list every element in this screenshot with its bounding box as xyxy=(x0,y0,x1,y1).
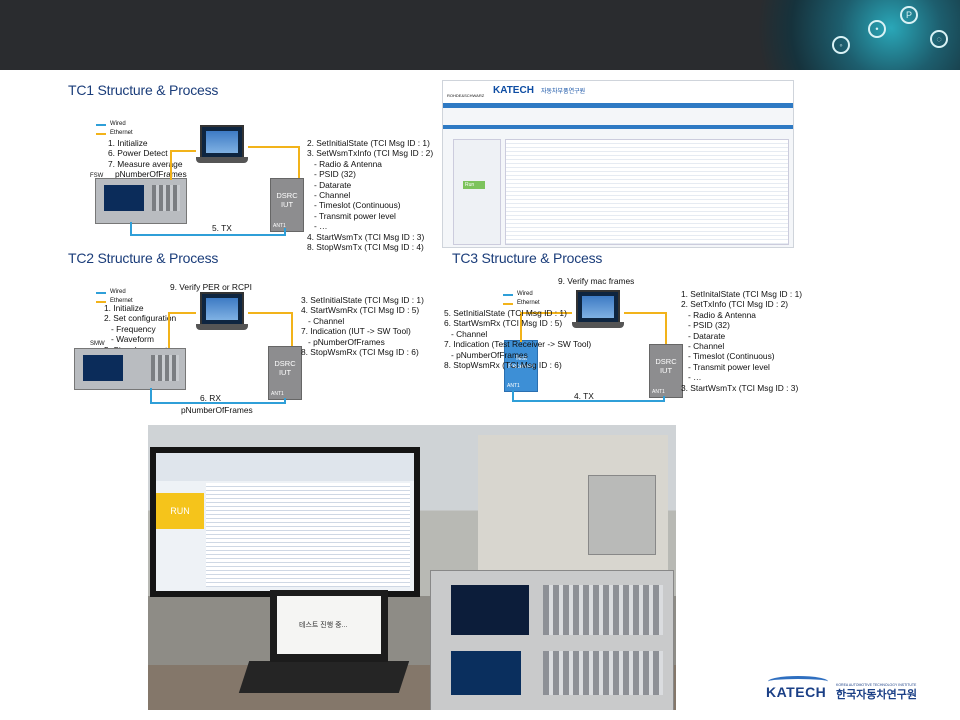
tc2-wired-up xyxy=(284,398,286,404)
tc2-steps-right: 3. SetInitialState (TCI Msg ID : 1) 4. S… xyxy=(301,295,424,358)
software-log-list xyxy=(505,139,789,245)
header-bar: P • ◦ ◌ xyxy=(0,0,960,70)
software-run-label: Run xyxy=(465,182,475,188)
photo-run-label: RUN xyxy=(156,493,204,529)
tc2-dsrc-iut: DSRC IUT ANT1 xyxy=(268,346,302,400)
tc2-legend-wired: Wired xyxy=(110,289,126,295)
software-katech-kr: 자동차부품연구원 xyxy=(541,89,586,95)
software-rs-logo: ROHDE&SCHWARZ xyxy=(447,93,485,98)
header-graphic xyxy=(730,0,960,70)
tc1-legend-wired: Wired xyxy=(110,121,126,127)
katech-logo: KATECH xyxy=(766,684,827,700)
tc3-title: TC3 Structure & Process xyxy=(452,250,603,266)
fsw-analyzer xyxy=(95,178,187,224)
software-screenshot: ROHDE&SCHWARZ KATECH 자동차부품연구원 Run xyxy=(442,80,794,248)
software-blue-bar-2 xyxy=(443,125,793,129)
photo-monitor-screen: RUN xyxy=(156,453,414,591)
tc2-ethernet-link xyxy=(168,312,196,314)
tc3-link-label: 4. TX xyxy=(574,391,594,401)
tc3-legend-wired-swatch xyxy=(503,294,513,296)
tc3-legend-ethernet-swatch xyxy=(503,303,513,305)
photo-background-equipment xyxy=(478,435,668,570)
network-icon: • xyxy=(868,20,886,38)
tc3-legend-wired: Wired xyxy=(517,291,533,297)
tc1-steps-right: 2. SetInitialState (TCI Msg ID : 1) 3. S… xyxy=(307,138,434,253)
tc2-iut-label: DSRC IUT xyxy=(274,359,296,377)
tc3-legend-ethernet: Ethernet xyxy=(517,300,540,306)
tc1-iut-label: DSRC IUT xyxy=(276,191,298,209)
software-header: ROHDE&SCHWARZ KATECH 자동차부품연구원 xyxy=(443,81,793,104)
tc1-steps-left: 1. Initialize 6. Power Detect 7. Measure… xyxy=(108,138,187,180)
software-katech-logo: KATECH xyxy=(493,85,534,96)
tc2-ethernet-drop xyxy=(168,312,170,348)
tc2-ethernet-link-2 xyxy=(248,312,292,314)
signal-icon: ◌ xyxy=(930,30,948,48)
tc1-ethernet-link-2 xyxy=(248,146,300,148)
tc3-dsrc-iut: DSRC IUT ANT1 xyxy=(649,344,683,398)
smw-generator xyxy=(74,348,186,390)
tc3-ethernet-drop-2 xyxy=(665,312,667,344)
photo-laptop-text: 테스트 진행 중... xyxy=(299,622,348,629)
tc2-verify: 9. Verify PER or RCPI xyxy=(170,282,252,292)
tc3-iut-label: DSRC IUT xyxy=(655,357,677,375)
tc1-legend-ethernet-swatch xyxy=(96,133,106,135)
tc3-verify: 9. Verify mac frames xyxy=(558,276,635,286)
photo-spectrum-display xyxy=(451,585,529,635)
tc3-steps-left: 5. SetInitialState (TCI Msg ID : 1) 6. S… xyxy=(444,308,592,371)
tc1-title: TC1 Structure & Process xyxy=(68,82,219,98)
software-blue-bar xyxy=(443,103,793,108)
software-run-button[interactable]: Run xyxy=(463,181,485,189)
tc2-ethernet-drop-2 xyxy=(291,312,293,348)
tc1-laptop xyxy=(196,125,248,165)
tc2-link-sub: pNumberOfFrames xyxy=(181,405,253,415)
tc1-ethernet-drop xyxy=(170,150,172,180)
tc1-dsrc-iut: DSRC IUT ANT1 xyxy=(270,178,304,232)
photo-laptop-keyboard xyxy=(238,661,410,693)
photo-monitor: RUN xyxy=(150,447,420,597)
parking-icon: P xyxy=(900,6,918,24)
tc1-link-label: 5. TX xyxy=(212,223,232,233)
tc3-ant-label: ANT1 xyxy=(652,389,665,395)
tc1-ethernet-link xyxy=(170,150,196,152)
tc3-wired-up xyxy=(663,396,665,402)
tc1-wired-up xyxy=(284,228,286,236)
photo-generator-display xyxy=(451,651,521,695)
lab-photo: RUN 테스트 진행 중... xyxy=(148,425,676,710)
cloud-icon: ◦ xyxy=(832,36,850,54)
tc1-ethernet-drop-2 xyxy=(298,146,300,178)
tc1-legend-wired-swatch xyxy=(96,124,106,126)
tc2-instrument-label: SMW xyxy=(90,341,105,347)
tc1-legend-ethernet: Ethernet xyxy=(110,130,133,136)
tc3-steps-right: 1. SetInitalState (TCI Msg ID : 1) 2. Se… xyxy=(681,289,803,393)
tc2-laptop xyxy=(196,292,248,332)
tc3-receiver-ant: ANT1 xyxy=(507,383,520,389)
tc2-title: TC2 Structure & Process xyxy=(68,250,219,266)
tc2-link-label: 6. RX xyxy=(200,393,221,403)
software-tree xyxy=(453,139,501,245)
tc1-wired-link xyxy=(130,234,285,236)
photo-instrument-rack xyxy=(430,570,674,710)
tc2-ant-label: ANT1 xyxy=(271,391,284,397)
tc3-ethernet-link-2 xyxy=(624,312,666,314)
katech-logo-kr: 한국자동차연구원 xyxy=(836,689,917,701)
photo-laptop: 테스트 진행 중... xyxy=(270,590,388,662)
tc2-legend-wired-swatch xyxy=(96,292,106,294)
